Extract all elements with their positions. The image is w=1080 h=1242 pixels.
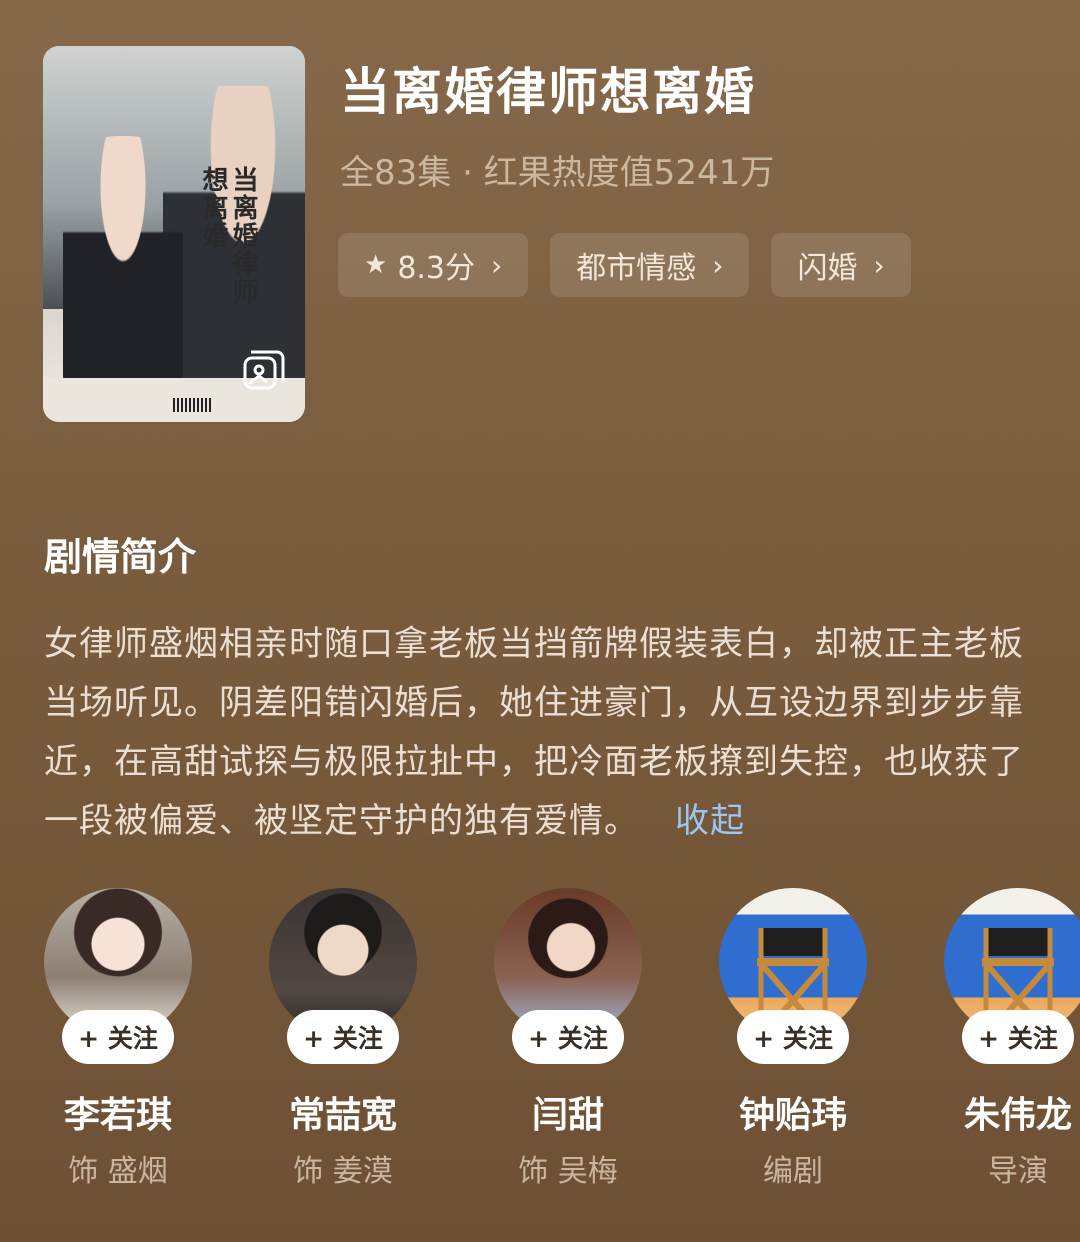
drama-title: 当离婚律师想离婚 bbox=[340, 63, 756, 121]
cast-member[interactable]: + 关注 李若琪 饰 盛烟 bbox=[43, 888, 193, 1190]
cast-role: 饰 姜漠 bbox=[293, 1154, 393, 1189]
drama-poster[interactable]: 当离婚律师想离婚 bbox=[43, 46, 305, 422]
follow-button[interactable]: + 关注 bbox=[737, 1010, 849, 1064]
gallery-icon[interactable] bbox=[241, 350, 285, 394]
cast-name: 朱伟龙 bbox=[963, 1095, 1072, 1136]
tag-chip[interactable]: 闪婚 › bbox=[771, 233, 911, 297]
cast-name: 钟贻玮 bbox=[738, 1095, 847, 1136]
cast-member[interactable]: + 关注 闫甜 饰 吴梅 bbox=[493, 888, 643, 1190]
collapse-link[interactable]: 收起 bbox=[675, 801, 745, 841]
tag-chips: ★ 8.3分 › 都市情感 › 闪婚 › bbox=[338, 233, 911, 297]
follow-button[interactable]: + 关注 bbox=[512, 1010, 624, 1064]
cast-member[interactable]: + 关注 常喆宽 饰 姜漠 bbox=[268, 888, 418, 1190]
cast-name: 常喆宽 bbox=[288, 1095, 397, 1136]
synopsis-text-block: 女律师盛烟相亲时随口拿老板当挡箭牌假装表白，却被正主老板当场听见。阴差阳错闪婚后… bbox=[44, 615, 1034, 851]
cast-member[interactable]: + 关注 朱伟龙 导演 bbox=[943, 888, 1080, 1190]
star-icon: ★ bbox=[364, 250, 388, 280]
synopsis-text: 女律师盛烟相亲时随口拿老板当挡箭牌假装表白，却被正主老板当场听见。阴差阳错闪婚后… bbox=[44, 624, 1024, 841]
cast-list: + 关注 李若琪 饰 盛烟 + 关注 常喆宽 饰 姜漠 + 关注 闫甜 饰 吴梅… bbox=[43, 888, 1080, 1190]
synopsis-heading: 剧情简介 bbox=[44, 535, 197, 579]
cast-role: 导演 bbox=[988, 1154, 1048, 1189]
chevron-right-icon: › bbox=[873, 248, 885, 282]
genre-label: 都市情感 bbox=[576, 251, 697, 286]
cast-role: 饰 吴梅 bbox=[518, 1154, 618, 1189]
genre-chip[interactable]: 都市情感 › bbox=[550, 233, 750, 297]
rating-label: 8.3分 bbox=[397, 251, 476, 286]
cast-role: 编剧 bbox=[763, 1154, 823, 1189]
chevron-right-icon: › bbox=[491, 248, 503, 282]
rating-chip[interactable]: ★ 8.3分 › bbox=[338, 233, 529, 297]
cast-name: 李若琪 bbox=[63, 1095, 172, 1136]
follow-button[interactable]: + 关注 bbox=[62, 1010, 174, 1064]
cast-member[interactable]: + 关注 钟贻玮 编剧 bbox=[718, 888, 868, 1190]
follow-button[interactable]: + 关注 bbox=[287, 1010, 399, 1064]
barcode-icon bbox=[173, 398, 213, 412]
cast-role: 饰 盛烟 bbox=[68, 1154, 168, 1189]
cast-name: 闫甜 bbox=[531, 1095, 604, 1136]
tag-label: 闪婚 bbox=[797, 251, 858, 286]
chevron-right-icon: › bbox=[712, 248, 724, 282]
poster-title-art: 当离婚律师想离婚 bbox=[198, 166, 258, 306]
drama-meta: 全83集 · 红果热度值5241万 bbox=[340, 153, 775, 193]
follow-button[interactable]: + 关注 bbox=[962, 1010, 1074, 1064]
